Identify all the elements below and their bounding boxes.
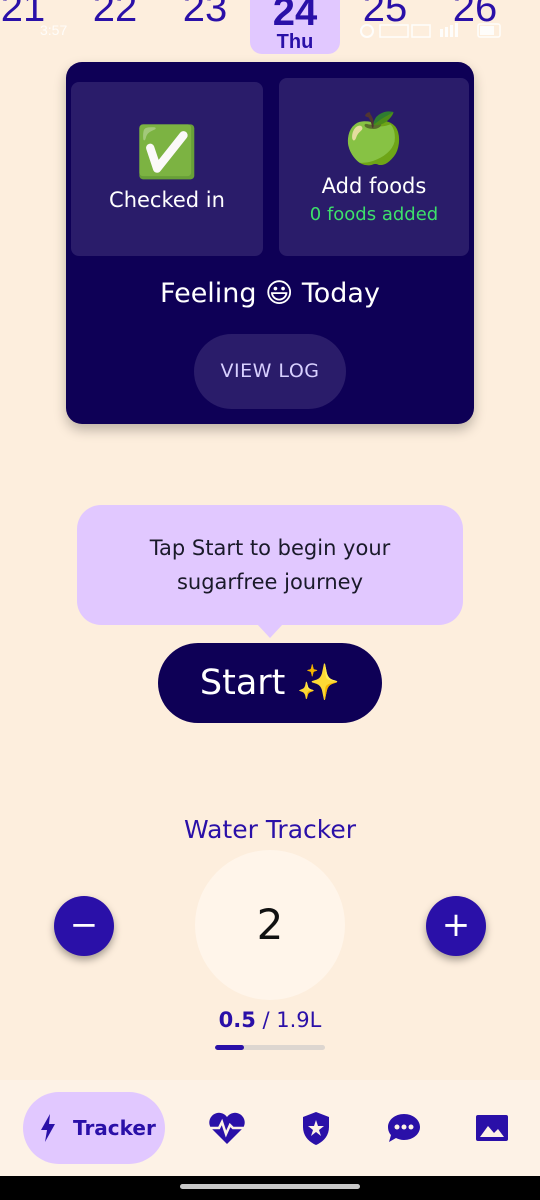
start-button[interactable]: Start ✨ — [158, 643, 382, 723]
status-icons — [358, 21, 508, 41]
water-goal: / 1.9L — [255, 1008, 322, 1032]
decrease-water-button[interactable]: − — [54, 896, 114, 956]
water-tracker-title: Water Tracker — [183, 815, 357, 844]
foods-count: 0 foods added — [309, 204, 439, 225]
apple-icon: 🍏 — [342, 109, 406, 167]
shield-star-icon[interactable] — [296, 1110, 336, 1146]
water-progress-fill — [215, 1045, 244, 1050]
date-item-selected[interactable]: 24 Thu — [250, 0, 340, 54]
selected-day-weekday: Thu — [276, 31, 314, 53]
checkin-tile[interactable]: ✅ Checked in — [71, 82, 263, 256]
date-item[interactable]: 23 — [160, 0, 250, 28]
date-strip: 21 22 23 24 Thu 25 26 3:57 — [0, 0, 540, 60]
bolt-icon — [41, 1114, 55, 1142]
selected-day-number: 24 — [272, 0, 318, 34]
view-log-button[interactable]: VIEW LOG — [194, 334, 346, 409]
gallery-icon[interactable] — [472, 1110, 512, 1146]
status-time: 3:57 — [40, 22, 68, 38]
add-foods-tile[interactable]: 🍏 Add foods 0 foods added — [279, 78, 469, 256]
gesture-handle[interactable] — [180, 1184, 360, 1189]
bottom-nav: Tracker — [0, 1080, 540, 1176]
check-mark-icon: ✅ — [135, 123, 199, 181]
date-item[interactable]: 22 — [70, 0, 160, 28]
water-progress-bar — [215, 1045, 325, 1050]
nav-tracker-label: Tracker — [73, 1116, 156, 1140]
water-consumed: 0.5 — [218, 1008, 256, 1032]
tooltip-line: Tap Start to begin your — [149, 536, 391, 560]
daily-summary-card: ✅ Checked in 🍏 Add foods 0 foods added F… — [66, 62, 474, 424]
water-amount: 0.5 / 1.9L — [0, 1008, 540, 1032]
start-tooltip: Tap Start to begin your sugarfree journe… — [77, 505, 463, 625]
app-screen: 21 22 23 24 Thu 25 26 3:57 ✅ Checked in … — [0, 0, 540, 1200]
status-indicators-icon — [360, 23, 501, 38]
increase-water-button[interactable]: + — [426, 896, 486, 956]
chat-icon[interactable] — [384, 1110, 424, 1146]
water-count: 2 — [195, 850, 345, 1000]
heart-pulse-icon[interactable] — [207, 1110, 247, 1146]
tooltip-line: sugarfree journey — [176, 570, 364, 594]
tooltip-arrow — [257, 624, 283, 638]
add-foods-label: Add foods — [321, 174, 427, 198]
checkin-label: Checked in — [109, 188, 225, 212]
feeling-today: Feeling 😃 Today — [160, 278, 380, 309]
nav-tracker[interactable]: Tracker — [23, 1092, 165, 1164]
